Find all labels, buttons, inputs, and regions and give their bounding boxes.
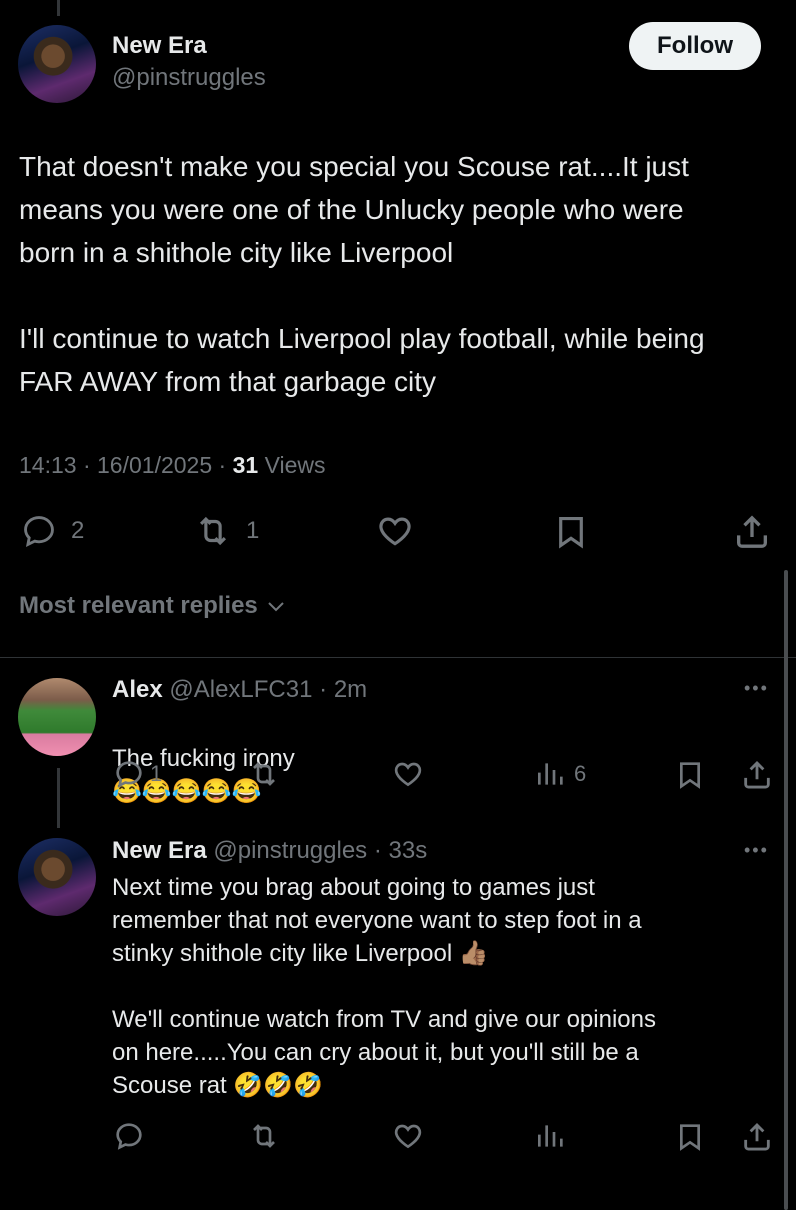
share-button[interactable] (740, 1120, 774, 1154)
thumbs-up-emoji: 👍🏽 (458, 940, 489, 967)
like-button[interactable] (390, 1120, 426, 1152)
reply-avatar-alex[interactable] (18, 678, 96, 756)
reply-author-name[interactable]: Alex (112, 676, 163, 703)
like-icon (394, 1124, 422, 1149)
reply-header: Alex @AlexLFC31 · 2m (112, 676, 368, 703)
reply-text-part2: We'll continue watch from TV and give ou… (112, 1006, 656, 1099)
author-handle[interactable]: @pinstruggles (112, 64, 266, 92)
chevron-down-icon (268, 602, 284, 612)
like-button[interactable] (390, 758, 426, 790)
like-icon (379, 517, 411, 546)
reply-time[interactable]: 2m (334, 676, 367, 703)
reply-text: Next time you brag about going to games … (112, 871, 772, 1102)
views-label: Views (264, 452, 326, 478)
scrollbar[interactable] (784, 570, 788, 1210)
tweet-date[interactable]: 16/01/2025 (97, 452, 212, 478)
views-count: 6 (574, 761, 587, 786)
rofl-emojis: 🤣🤣🤣 (233, 1072, 324, 1099)
bookmark-button[interactable] (674, 1120, 706, 1154)
reply-icon (24, 516, 54, 547)
repost-icon (200, 516, 226, 546)
reply-author-handle[interactable]: @AlexLFC31 (169, 676, 312, 703)
reply-header: New Era @pinstruggles · 33s (112, 837, 428, 864)
sort-dropdown[interactable]: Most relevant replies (19, 592, 288, 620)
reply-icon (116, 1123, 142, 1150)
share-button[interactable] (740, 758, 774, 792)
tweet-text: That doesn't make you special you Scouse… (19, 151, 705, 397)
repost-icon (253, 1124, 275, 1148)
reply-count: 1 (150, 761, 163, 786)
repost-icon (253, 762, 275, 786)
author-name[interactable]: New Era (112, 32, 207, 60)
reply-count: 2 (71, 517, 85, 544)
sort-label: Most relevant replies (19, 592, 258, 619)
like-icon (394, 762, 422, 787)
repost-button[interactable] (246, 758, 282, 790)
reply-button[interactable]: 1 (112, 758, 162, 790)
follow-button[interactable]: Follow (629, 22, 761, 70)
reply-author-handle[interactable]: @pinstruggles (213, 837, 367, 864)
tweet-meta: 14:13 · 16/01/2025 · 31 Views (19, 452, 326, 478)
share-icon (744, 1122, 770, 1151)
views-count: 31 (232, 452, 259, 478)
more-icon[interactable]: ••• (744, 840, 769, 861)
share-icon (737, 515, 767, 548)
thread-line (57, 768, 60, 828)
share-button[interactable] (732, 512, 772, 552)
reply-avatar-new-era[interactable] (18, 838, 96, 916)
reply-button[interactable] (112, 1120, 146, 1152)
views-icon (538, 763, 563, 785)
views-button[interactable] (534, 1120, 566, 1152)
reply-button[interactable]: 2 (19, 512, 84, 550)
bookmark-button[interactable] (552, 512, 590, 552)
thread-line (57, 0, 60, 16)
bookmark-icon (559, 516, 583, 549)
bookmark-button[interactable] (674, 758, 706, 792)
repost-count: 1 (246, 517, 260, 544)
views-icon (538, 1125, 563, 1147)
like-button[interactable] (374, 512, 416, 550)
more-icon[interactable]: ••• (744, 678, 769, 699)
bookmark-icon (680, 1124, 700, 1151)
repost-button[interactable] (246, 1120, 282, 1152)
views-button[interactable]: 6 (534, 758, 586, 790)
tweet-time[interactable]: 14:13 (19, 452, 77, 478)
author-avatar[interactable] (18, 25, 96, 103)
divider (0, 657, 796, 658)
reply-icon (116, 761, 142, 788)
reply-author-name[interactable]: New Era (112, 837, 207, 864)
share-icon (744, 760, 770, 789)
repost-button[interactable]: 1 (192, 512, 259, 550)
reply-text-part1: Next time you brag about going to games … (112, 874, 642, 967)
reply-time[interactable]: 33s (389, 837, 428, 864)
bookmark-icon (680, 762, 700, 789)
